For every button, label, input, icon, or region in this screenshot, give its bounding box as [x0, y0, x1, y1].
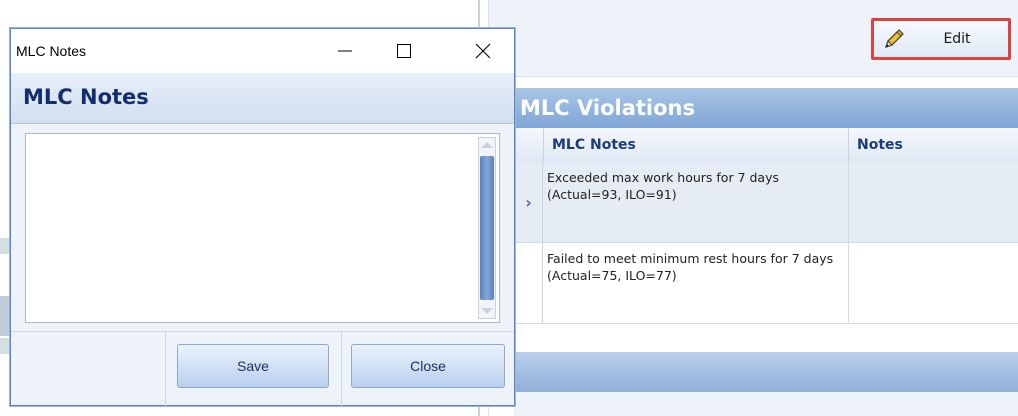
dialog-header: MLC Notes	[11, 73, 514, 124]
dialog-titlebar[interactable]: MLC Notes	[11, 29, 514, 73]
cell-notes[interactable]	[848, 243, 1018, 323]
lower-section-panel	[514, 392, 1018, 416]
notes-textarea[interactable]	[25, 133, 500, 323]
save-button[interactable]: Save	[177, 344, 329, 388]
pencil-icon	[874, 21, 914, 57]
close-icon[interactable]	[460, 29, 506, 73]
edit-button[interactable]: Edit	[871, 18, 1011, 60]
close-button[interactable]: Close	[351, 344, 505, 388]
dialog-footer: Save Close	[11, 331, 514, 406]
left-panel-edge	[0, 338, 10, 354]
row-indicator	[515, 243, 543, 323]
mlc-notes-dialog: MLC Notes MLC Notes Save Close	[10, 28, 515, 406]
column-header-mlc-notes[interactable]: MLC Notes	[543, 128, 848, 162]
dialog-header-title: MLC Notes	[23, 85, 149, 109]
left-panel-edge	[0, 238, 10, 254]
lower-section-header	[514, 352, 1018, 392]
left-panel-edge	[0, 296, 10, 336]
chevron-right-icon: ›	[515, 162, 543, 242]
dialog-body: MLC Notes Save Close	[11, 73, 514, 406]
cell-notes[interactable]	[848, 162, 1018, 242]
column-header-notes[interactable]: Notes	[848, 128, 1018, 162]
dialog-window-title: MLC Notes	[16, 43, 87, 59]
scroll-up-icon[interactable]	[481, 142, 493, 148]
minimize-icon[interactable]	[322, 29, 368, 73]
grid-header: MLC Notes Notes	[515, 128, 1018, 163]
divider	[165, 332, 166, 406]
cell-mlc-notes[interactable]: Failed to meet minimum rest hours for 7 …	[543, 243, 848, 323]
scroll-down-icon[interactable]	[481, 308, 493, 314]
violations-grid: MLC Notes Notes › Exceeded max work hour…	[514, 128, 1018, 324]
cell-mlc-notes[interactable]: Exceeded max work hours for 7 days (Actu…	[543, 162, 848, 242]
scroll-thumb[interactable]	[480, 156, 494, 300]
table-row[interactable]: › Exceeded max work hours for 7 days (Ac…	[515, 162, 1018, 243]
violations-section-title: MLC Violations	[514, 88, 1018, 128]
table-row[interactable]: Failed to meet minimum rest hours for 7 …	[515, 243, 1018, 324]
divider	[341, 332, 342, 406]
maximize-icon[interactable]	[381, 29, 427, 73]
edit-button-label: Edit	[943, 31, 971, 47]
vertical-scrollbar[interactable]	[478, 137, 496, 319]
